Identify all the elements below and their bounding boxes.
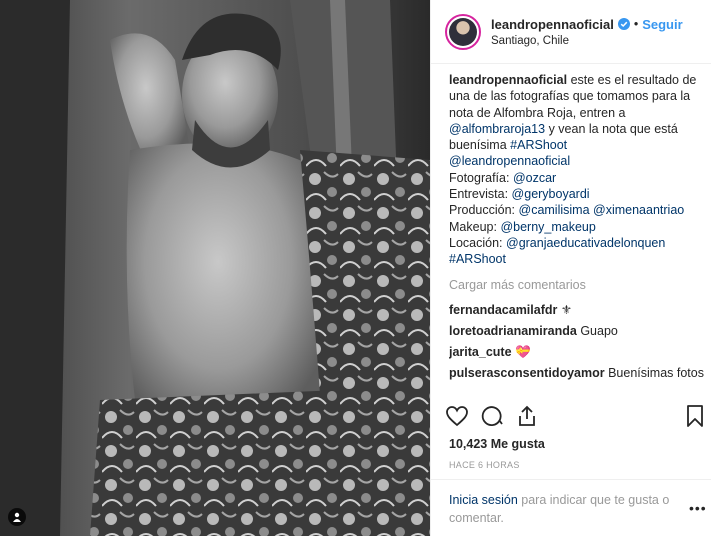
- comment-author[interactable]: fernandacamilafdr: [449, 303, 557, 317]
- caption-label: Producción:: [449, 203, 516, 218]
- header-separator: •: [633, 17, 639, 31]
- post-header: leandropennaoficial • Seguir Santiago, C…: [431, 0, 711, 64]
- login-prompt: Inicia sesión para indicar que te gusta …: [449, 491, 685, 527]
- comment-text: ⚜: [560, 302, 573, 317]
- hashtag-link[interactable]: #ARShoot: [449, 252, 506, 266]
- caption-label: Makeup:: [449, 219, 497, 234]
- location-link[interactable]: Santiago, Chile: [491, 35, 683, 47]
- bookmark-icon[interactable]: [683, 404, 707, 428]
- comment-author[interactable]: jarita_cute: [449, 345, 512, 359]
- user-tag-icon[interactable]: [8, 508, 26, 526]
- comment-item: jarita_cute 💝: [449, 344, 707, 360]
- login-link[interactable]: Inicia sesión: [449, 493, 518, 507]
- mention-link[interactable]: @geryboyardi: [512, 187, 590, 201]
- follow-button[interactable]: Seguir: [642, 17, 682, 32]
- comment-item: pulserasconsentidoyamor Buenísimas fotos: [449, 365, 707, 381]
- avatar[interactable]: [445, 13, 481, 50]
- likes-count[interactable]: 10,423 Me gusta: [449, 437, 545, 451]
- share-icon[interactable]: [515, 404, 539, 428]
- comment-item: fernandacamilafdr ⚜: [449, 302, 707, 318]
- comment-item: loretoadrianamiranda Guapo: [449, 323, 707, 339]
- caption-label: Entrevista:: [449, 187, 509, 202]
- mention-link[interactable]: @alfombraroja13: [449, 122, 545, 136]
- mention-link[interactable]: @berny_makeup: [500, 220, 595, 234]
- heart-icon[interactable]: [445, 404, 469, 428]
- caption-label: Locación:: [449, 235, 503, 250]
- post-sidebar: leandropennaoficial • Seguir Santiago, C…: [430, 0, 711, 536]
- mention-link[interactable]: @granjaeducativadelonquen: [506, 236, 665, 250]
- comment-text: 💝: [515, 345, 531, 360]
- caption-author[interactable]: leandropennaoficial: [449, 73, 567, 87]
- comment-text: Buenísimas fotos: [608, 366, 704, 381]
- post-photo[interactable]: [0, 0, 430, 536]
- post-timestamp[interactable]: HACE 6 HORAS: [449, 460, 520, 470]
- caption-label: Fotografía:: [449, 170, 510, 185]
- load-more-comments-button[interactable]: Cargar más comentarios: [449, 278, 707, 292]
- mention-link[interactable]: @ozcar: [513, 171, 556, 185]
- mention-link[interactable]: @ximenaantriao: [593, 203, 684, 217]
- comment-author[interactable]: loretoadrianamiranda: [449, 324, 577, 338]
- comments-list[interactable]: leandropennaoficial este es el resultado…: [449, 72, 707, 408]
- verified-badge-icon: [617, 18, 630, 30]
- caption: leandropennaoficial este es el resultado…: [449, 72, 707, 268]
- header-username[interactable]: leandropennaoficial: [491, 17, 614, 32]
- hashtag-link[interactable]: #ARShoot: [510, 138, 567, 152]
- comment-icon[interactable]: [481, 404, 505, 428]
- instagram-post: leandropennaoficial • Seguir Santiago, C…: [0, 0, 711, 536]
- divider: [431, 479, 711, 480]
- mention-link[interactable]: @leandropennaoficial: [449, 154, 570, 168]
- photo-image: [0, 0, 430, 536]
- comment-author[interactable]: pulserasconsentidoyamor: [449, 366, 605, 380]
- more-options-button[interactable]: •••: [689, 500, 707, 516]
- mention-link[interactable]: @camilisima: [519, 203, 590, 217]
- comment-text: Guapo: [580, 323, 618, 338]
- action-bar: [445, 404, 707, 432]
